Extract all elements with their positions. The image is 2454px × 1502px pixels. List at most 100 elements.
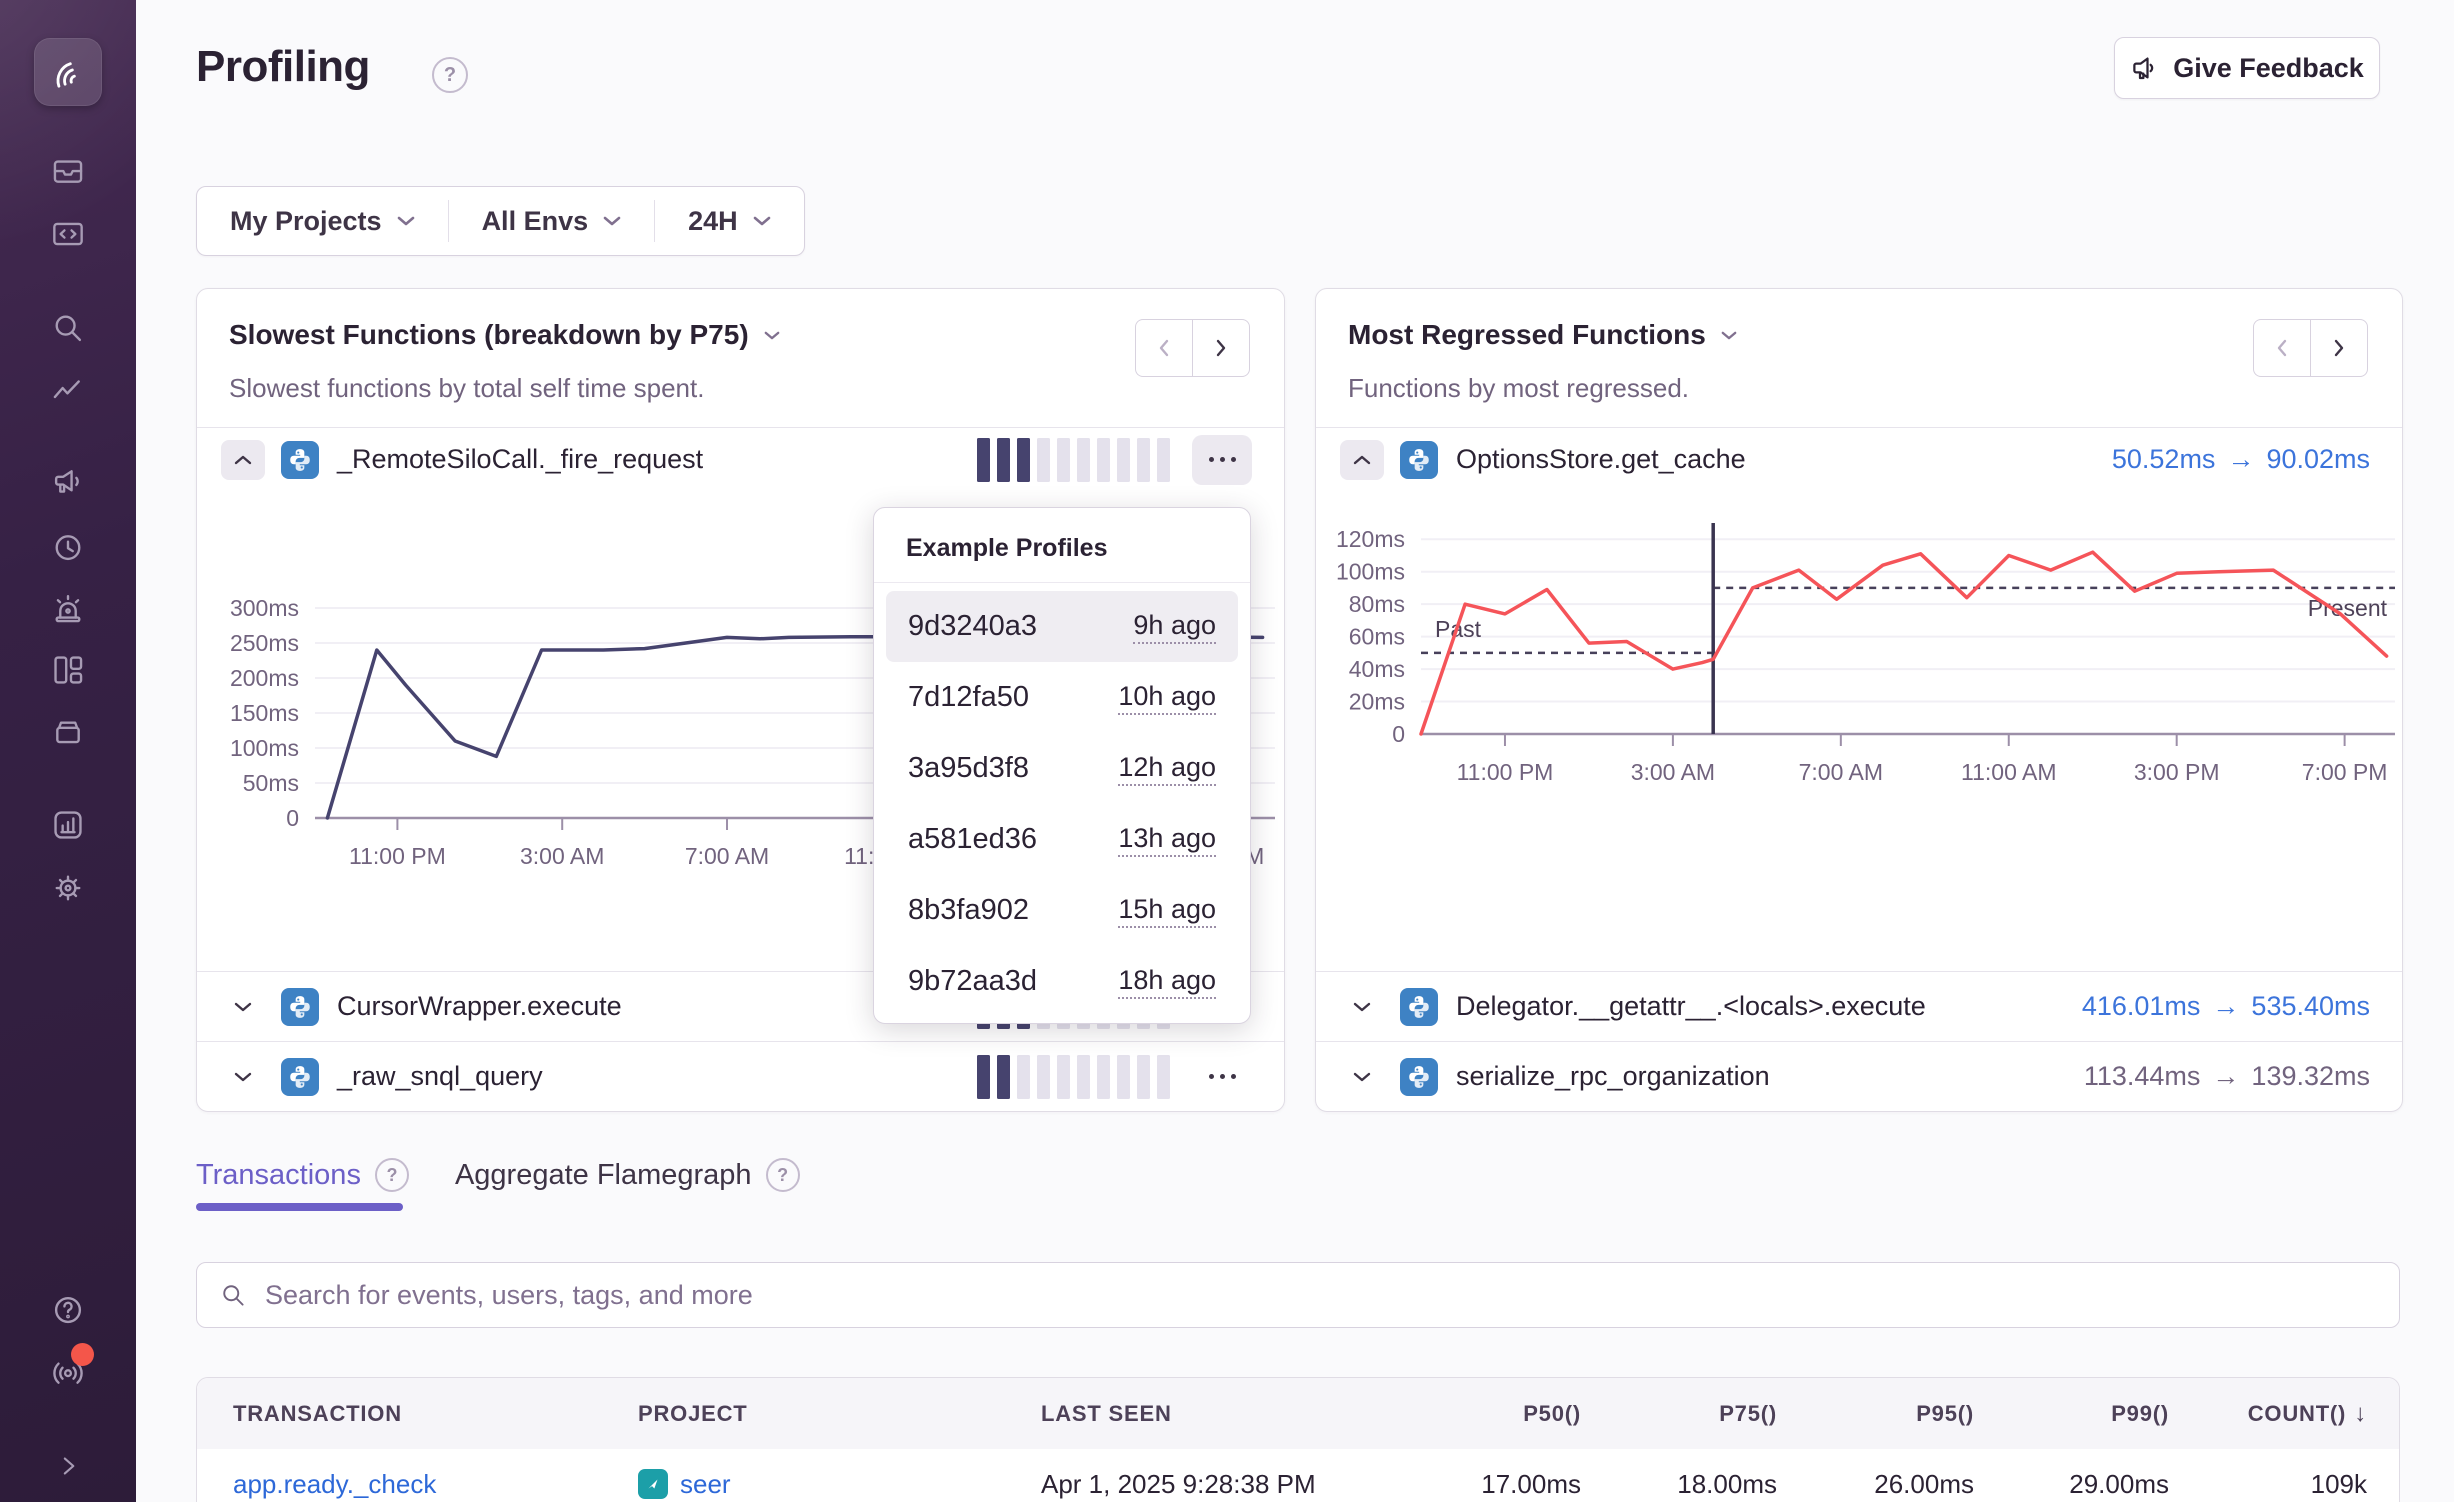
active-tab-indicator: [196, 1203, 403, 1211]
profile-age[interactable]: 15h ago: [1118, 894, 1216, 928]
col-transaction[interactable]: TRANSACTION: [233, 1378, 402, 1449]
sidebar-item-releases[interactable]: [46, 710, 90, 754]
tab-aggregate-flamegraph[interactable]: Aggregate Flamegraph ?: [455, 1158, 800, 1192]
sidebar-collapse-toggle[interactable]: [46, 1444, 90, 1488]
search-input[interactable]: [263, 1279, 2377, 1312]
sidebar-item-performance[interactable]: [46, 369, 90, 413]
function-row[interactable]: OptionsStore.get_cache 50.52ms → 90.02ms: [1316, 427, 2402, 491]
function-row[interactable]: serialize_rpc_organization 113.44ms → 13…: [1316, 1041, 2402, 1111]
profile-id[interactable]: 9d3240a3: [908, 610, 1037, 643]
sentry-logo[interactable]: [34, 38, 102, 106]
sidebar-item-settings[interactable]: [46, 866, 90, 910]
question-circle-icon[interactable]: ?: [375, 1158, 409, 1192]
chevron-right-icon: [2330, 337, 2348, 359]
date-range-filter[interactable]: 24H: [655, 187, 804, 255]
transaction-link[interactable]: app.ready._check: [233, 1449, 436, 1502]
next-page-button[interactable]: [1192, 319, 1250, 377]
sidebar-item-search[interactable]: [46, 306, 90, 350]
col-last-seen[interactable]: LAST SEEN: [1041, 1378, 1172, 1449]
profiles-menu-button[interactable]: [1192, 435, 1252, 485]
profile-id[interactable]: 3a95d3f8: [908, 752, 1029, 785]
sidebar-item-feedback[interactable]: [46, 460, 90, 504]
regression-delta[interactable]: 113.44ms → 139.32ms: [2084, 1061, 2370, 1092]
chevron-right-icon: [1212, 337, 1230, 359]
col-p75[interactable]: P75(): [1719, 1378, 1777, 1449]
regression-delta[interactable]: 50.52ms → 90.02ms: [2112, 444, 2370, 475]
give-feedback-button[interactable]: Give Feedback: [2114, 37, 2380, 99]
previous-page-button[interactable]: [1135, 319, 1192, 377]
col-project[interactable]: PROJECT: [638, 1378, 748, 1449]
function-name[interactable]: _RemoteSiloCall._fire_request: [337, 444, 703, 475]
profile-item[interactable]: 9b72aa3d 18h ago: [886, 946, 1238, 1017]
before-value: 50.52ms: [2112, 444, 2216, 475]
profile-age[interactable]: 12h ago: [1118, 752, 1216, 786]
collapse-button[interactable]: [1340, 440, 1384, 480]
sidebar-item-stats[interactable]: [46, 803, 90, 847]
function-name[interactable]: _raw_snql_query: [337, 1061, 543, 1092]
chevron-down-icon: [1353, 1071, 1371, 1083]
sidebar-item-replays[interactable]: [46, 525, 90, 569]
most-regressed-chart: 020ms40ms60ms80ms100ms120ms11:00 PM3:00 …: [1316, 499, 2402, 829]
profile-age[interactable]: 10h ago: [1118, 681, 1216, 715]
sidebar-item-dashboards[interactable]: [46, 648, 90, 692]
previous-page-button[interactable]: [2253, 319, 2310, 377]
col-p50[interactable]: P50(): [1523, 1378, 1581, 1449]
chevron-down-icon: [1353, 1001, 1371, 1013]
profile-id[interactable]: 7d12fa50: [908, 681, 1029, 714]
python-platform-icon: [281, 441, 319, 479]
collapse-button[interactable]: [221, 440, 265, 480]
function-name[interactable]: OptionsStore.get_cache: [1456, 444, 1746, 475]
most-regressed-title[interactable]: Most Regressed Functions: [1348, 319, 1737, 351]
profile-item[interactable]: 7d12fa50 10h ago: [886, 662, 1238, 733]
svg-text:0: 0: [1392, 721, 1405, 747]
next-page-button[interactable]: [2310, 319, 2368, 377]
function-row[interactable]: _RemoteSiloCall._fire_request: [197, 427, 1284, 491]
function-name[interactable]: serialize_rpc_organization: [1456, 1061, 1770, 1092]
profile-id[interactable]: 9b72aa3d: [908, 965, 1037, 998]
profile-item[interactable]: 8b3fa902 15h ago: [886, 875, 1238, 946]
search-bar[interactable]: [196, 1262, 2400, 1328]
profiles-menu-button[interactable]: [1192, 1052, 1252, 1102]
sidebar-item-explore[interactable]: [46, 212, 90, 256]
function-row[interactable]: Delegator.__getattr__.<locals>.execute 4…: [1316, 971, 2402, 1041]
function-name[interactable]: CursorWrapper.execute: [337, 991, 622, 1022]
question-circle-icon[interactable]: ?: [766, 1158, 800, 1192]
function-row[interactable]: _raw_snql_query: [197, 1041, 1284, 1111]
profile-id[interactable]: a581ed36: [908, 823, 1037, 856]
col-p99[interactable]: P99(): [2111, 1378, 2169, 1449]
expand-button[interactable]: [221, 1071, 265, 1083]
expand-button[interactable]: [1340, 1071, 1384, 1083]
chevron-left-icon: [1155, 337, 1173, 359]
slowest-functions-title[interactable]: Slowest Functions (breakdown by P75): [229, 319, 780, 351]
sidebar-item-help[interactable]: [46, 1288, 90, 1332]
profile-item[interactable]: 9d3240a3 9h ago: [886, 591, 1238, 662]
python-platform-icon: [281, 1058, 319, 1096]
before-value: 416.01ms: [2082, 991, 2201, 1022]
chevron-down-icon: [397, 215, 415, 227]
profile-age[interactable]: 18h ago: [1118, 965, 1216, 999]
profile-item[interactable]: 3a95d3f8 12h ago: [886, 733, 1238, 804]
project-filter[interactable]: My Projects: [197, 187, 448, 255]
regression-delta[interactable]: 416.01ms → 535.40ms: [2082, 991, 2370, 1022]
environment-filter[interactable]: All Envs: [449, 187, 655, 255]
sidebar-item-alerts[interactable]: [46, 586, 90, 630]
card-title-label: Slowest Functions (breakdown by P75): [229, 319, 749, 351]
svg-text:100ms: 100ms: [230, 735, 299, 761]
tab-transactions[interactable]: Transactions ?: [196, 1158, 409, 1192]
profile-age[interactable]: 13h ago: [1118, 823, 1216, 857]
sidebar-item-whats-new[interactable]: [46, 1350, 90, 1394]
popup-title: Example Profiles: [874, 508, 1250, 583]
page-help-icon[interactable]: ?: [432, 57, 468, 93]
expand-button[interactable]: [1340, 1001, 1384, 1013]
project-link[interactable]: seer: [680, 1469, 731, 1500]
profile-age[interactable]: 9h ago: [1133, 610, 1216, 644]
table-row[interactable]: app.ready._check seer Apr 1, 2025 9:28:3…: [197, 1449, 2399, 1502]
project-cell[interactable]: seer: [638, 1449, 731, 1502]
expand-button[interactable]: [221, 1001, 265, 1013]
profile-id[interactable]: 8b3fa902: [908, 894, 1029, 927]
col-p95[interactable]: P95(): [1916, 1378, 1974, 1449]
sidebar-item-issues[interactable]: [46, 149, 90, 193]
profile-item[interactable]: a581ed36 13h ago: [886, 804, 1238, 875]
col-count-sorted[interactable]: COUNT() ↓: [2248, 1378, 2367, 1449]
function-name[interactable]: Delegator.__getattr__.<locals>.execute: [1456, 991, 1926, 1022]
